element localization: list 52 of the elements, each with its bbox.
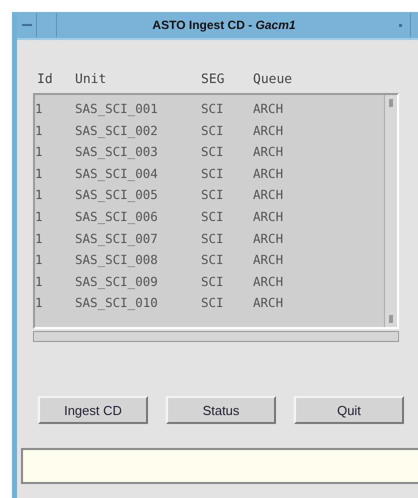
table-cell-text: 1 (35, 164, 44, 183)
table-cell-text: SCI (201, 164, 225, 183)
action-button[interactable]: Status (166, 396, 276, 424)
table-cell-text: ARCH (253, 122, 284, 140)
table-cell-text: SAS_SCI_005 (75, 186, 159, 204)
horizontal-scrollbar[interactable] (33, 331, 399, 342)
table-cell-text: SCI (201, 272, 225, 291)
table-cell-text: 1 (35, 294, 44, 312)
action-button[interactable]: Ingest CD (38, 396, 148, 424)
table-cell-text: SAS_SCI_002 (75, 122, 159, 140)
table-cell-text: SAS_SCI_009 (75, 272, 159, 291)
table-cell-text: 1 (35, 122, 44, 140)
column-header: Id (37, 72, 54, 87)
unit-list[interactable] (33, 93, 399, 329)
table-cell-text: SAS_SCI_004 (75, 164, 159, 183)
table-cell-text: 1 (35, 251, 44, 270)
table-cell-text: SCI (201, 230, 225, 248)
table-cell-text: ARCH (253, 230, 284, 248)
table-cell-text: 1 (35, 272, 44, 291)
column-header: Unit (75, 72, 108, 87)
action-button[interactable]: Quit (294, 396, 404, 424)
column-header: Queue (253, 72, 294, 87)
table-cell-text: SAS_SCI_006 (75, 208, 159, 226)
table-cell-text: ARCH (253, 100, 284, 118)
table-cell-text: SAS_SCI_010 (75, 294, 159, 312)
table-cell-text: SCI (201, 100, 225, 118)
table-cell-text: SCI (201, 251, 225, 270)
table-cell-text: ARCH (253, 164, 284, 183)
minus-icon (22, 24, 32, 26)
table-cell-text: ARCH (253, 251, 284, 270)
table-cell-text: SCI (201, 294, 225, 312)
table-cell-text: SAS_SCI_008 (75, 251, 159, 270)
table-cell-text: ARCH (253, 208, 284, 226)
table-cell-text: SCI (201, 208, 225, 226)
table-cell-text: 1 (35, 100, 44, 118)
table-cell-text: 1 (35, 186, 44, 204)
vertical-scrollbar[interactable] (384, 95, 397, 327)
table-cell-text: SAS_SCI_003 (75, 143, 159, 162)
table-cell-text: 1 (35, 230, 44, 248)
table-cell-text: ARCH (253, 143, 284, 162)
table-cell-text: SAS_SCI_001 (75, 100, 159, 118)
table-cell-text: SCI (201, 186, 225, 204)
table-cell-text: ARCH (253, 294, 284, 312)
table-cell-text: SAS_SCI_007 (75, 230, 159, 248)
window-title: ASTO Ingest CD - Gacm1 (151, 18, 297, 32)
table-cell-text: SCI (201, 122, 225, 140)
table-cell-text: SCI (201, 143, 225, 162)
column-header: SEG (201, 72, 226, 87)
table-cell-text: 1 (35, 208, 44, 226)
table-cell-text: ARCH (253, 186, 284, 204)
table-cell-text: ARCH (253, 272, 284, 291)
table-cell-text: 1 (35, 143, 44, 162)
